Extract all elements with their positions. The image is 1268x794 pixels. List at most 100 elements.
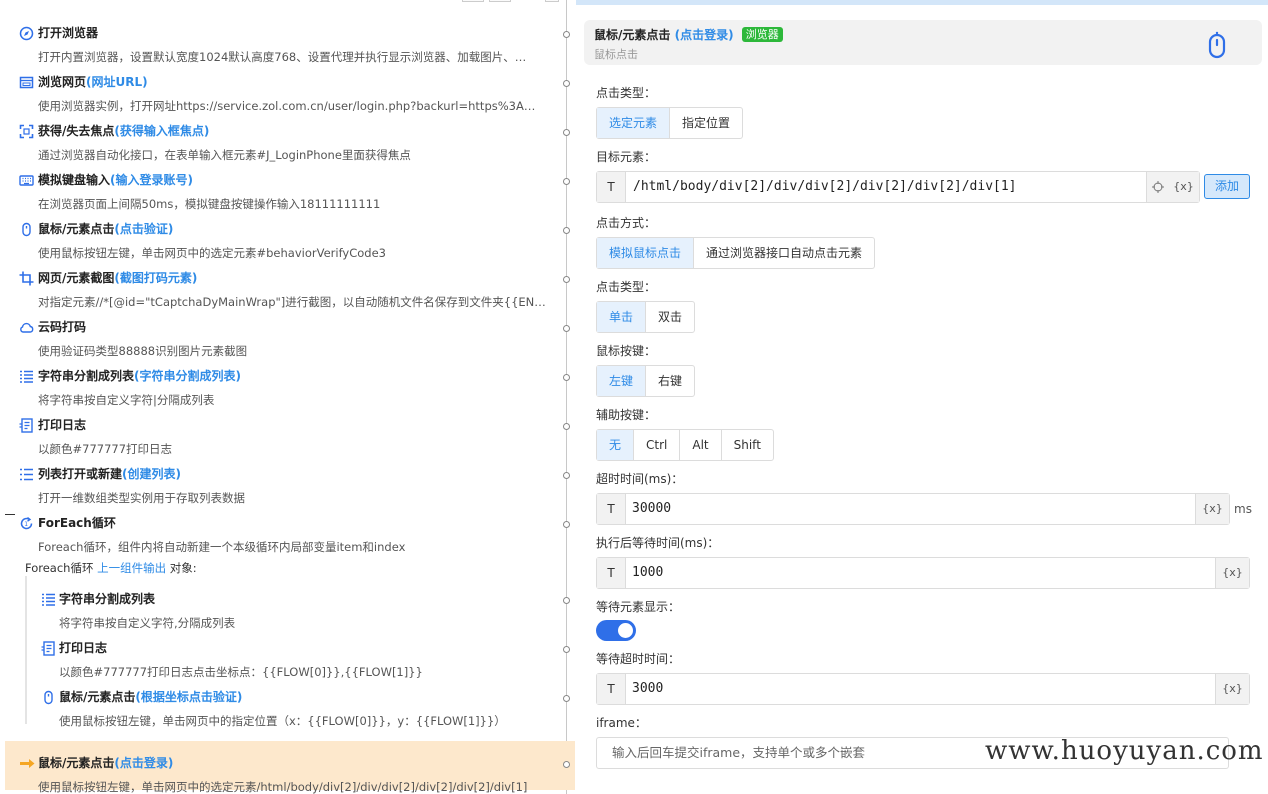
flow-step[interactable]: 网页/元素截图(截图打码元素) 对指定元素//*[@id="tCaptchaDyM… [0, 256, 575, 309]
click-kind-option[interactable]: 单击 [597, 302, 646, 332]
connector-port[interactable] [563, 472, 570, 479]
connector-port[interactable] [563, 761, 570, 768]
connector-port[interactable] [563, 695, 570, 702]
step-name: 模拟键盘输入 [38, 173, 111, 187]
iframe-label: iframe： [596, 716, 647, 730]
flow-step[interactable]: 模拟键盘输入(输入登录账号) 在浏览器页面上间隔50ms，模拟键盘按键操作输入18… [0, 158, 575, 211]
target-element-field[interactable]: T /html/body/div[2]/div/div[2]/div[2]/di… [596, 171, 1200, 203]
click-type-option[interactable]: 指定位置 [669, 108, 742, 138]
click-type-option[interactable]: 选定元素 [597, 108, 670, 138]
flow-step[interactable]: 鼠标/元素点击(根据坐标点击验证) 使用鼠标按钮左键，单击网页中的指定位置（x：{… [0, 675, 575, 728]
connector-port[interactable] [563, 374, 570, 381]
connector-port[interactable] [563, 31, 570, 38]
connector-port[interactable] [563, 597, 570, 604]
collapse-toggle[interactable] [5, 514, 15, 515]
flow-step-active[interactable]: 鼠标/元素点击(点击登录) 使用鼠标按钮左键，单击网页中的选定元素/html/bo… [5, 741, 575, 794]
component-alias: (点击登录) [674, 28, 734, 42]
flow-step[interactable]: 打印日志 以颜色#777777打印日志 [0, 403, 575, 456]
flow-step[interactable]: 字符串分割成列表 将字符串按自定义字符,分隔成列表 [0, 577, 575, 630]
connector-port[interactable] [563, 646, 570, 653]
add-element-button[interactable]: 添加 [1204, 174, 1250, 199]
flow-step[interactable]: 打开浏览器 打开内置浏览器，设置默认宽度1024默认高度768、设置代理并执行显示… [0, 11, 575, 64]
component-name: 鼠标/元素点击 [594, 28, 671, 42]
focus-frame-icon [19, 124, 34, 139]
text-type-tag[interactable]: T [597, 494, 626, 524]
text-type-tag[interactable]: T [597, 674, 626, 704]
text-type-tag[interactable]: T [597, 172, 626, 202]
toolbar-button[interactable] [545, 0, 559, 2]
click-method-option[interactable]: 通过浏览器接口自动点击元素 [693, 238, 874, 268]
component-header: 鼠标/元素点击 (点击登录) 浏览器 鼠标点击 [584, 20, 1262, 65]
mouse-icon [1207, 31, 1227, 61]
step-alias: (根据坐标点击验证) [135, 690, 243, 704]
connector-port[interactable] [563, 80, 570, 87]
step-title: 打印日志 [38, 416, 86, 433]
connector-port[interactable] [563, 423, 570, 430]
flow-step[interactable]: 列表打开或新建(创建列表) 打开一维数组类型实例用于存取列表数据 [0, 452, 575, 505]
flow-step[interactable]: 字符串分割成列表(字符串分割成列表) 将字符串按自定义字符|分隔成列表 [0, 354, 575, 407]
step-name: 鼠标/元素点击 [38, 222, 115, 236]
mouse-button-selector: 左键 右键 [596, 365, 696, 397]
modifier-option[interactable]: Alt [679, 430, 720, 460]
loop-info-suffix: 对象: [169, 561, 197, 575]
connector-port[interactable] [563, 178, 570, 185]
wait-element-toggle[interactable] [596, 620, 636, 641]
step-description: 使用鼠标按钮左键，单击网页中的选定元素/html/body/div[2]/div… [38, 780, 528, 794]
variable-button[interactable]: {x} [1215, 674, 1249, 704]
list-icon [19, 467, 34, 482]
step-alias: (网址URL) [86, 75, 148, 89]
modifier-option[interactable]: Shift [720, 430, 773, 460]
target-element-value[interactable]: /html/body/div[2]/div/div[2]/div[2]/div[… [633, 172, 1017, 202]
mouse-button-label: 鼠标按键： [596, 344, 657, 358]
flow-step[interactable]: 获得/失去焦点(获得输入框焦点) 通过浏览器自动化接口，在表单输入框元素#J_Lo… [0, 109, 575, 162]
crosshair-icon[interactable] [1146, 172, 1168, 202]
step-title: 打印日志 [59, 639, 107, 656]
flow-step[interactable]: 1 ForEach循环 Foreach循环，组件内将自动新建一个本级循环内局部变量i… [0, 501, 575, 554]
modifier-option[interactable]: 无 [597, 430, 634, 460]
step-alias: (点击登录) [114, 756, 174, 770]
toolbar-button[interactable] [462, 0, 484, 2]
connector-port[interactable] [563, 521, 570, 528]
wait-timeout-field[interactable]: T 3000 {x} [596, 673, 1250, 705]
step-name: 鼠标/元素点击 [59, 690, 136, 704]
wait-after-value[interactable]: 1000 [632, 558, 663, 588]
click-kind-option[interactable]: 双击 [645, 302, 694, 332]
modifier-option[interactable]: Ctrl [633, 430, 679, 460]
timeout-value[interactable]: 30000 [632, 494, 671, 524]
text-type-tag[interactable]: T [597, 558, 626, 588]
connector-port[interactable] [563, 129, 570, 136]
step-title: 获得/失去焦点(获得输入框焦点) [38, 122, 209, 139]
svg-text:1: 1 [24, 521, 28, 528]
click-method-selector: 模拟鼠标点击 通过浏览器接口自动点击元素 [596, 237, 876, 269]
iframe-placeholder: 输入后回车提交iframe，支持单个或多个嵌套 [612, 745, 866, 760]
category-badge: 浏览器 [741, 27, 783, 42]
toolbar-button[interactable] [489, 0, 511, 2]
variable-button[interactable]: {x} [1215, 558, 1249, 588]
crop-icon [19, 271, 34, 286]
flow-step[interactable]: 浏览网页(网址URL) 使用浏览器实例，打开网址https://service.z… [0, 60, 575, 113]
panel-top-bar [576, 0, 1268, 5]
toolbar-strip [0, 0, 575, 4]
flow-step[interactable]: 鼠标/元素点击(点击验证) 使用鼠标按钮左键，单击网页中的选定元素#behavio… [0, 207, 575, 260]
timeout-field[interactable]: T 30000 {x} [596, 493, 1230, 525]
loop-info-prefix: Foreach循环 [25, 561, 94, 575]
loop-icon: 1 [19, 516, 34, 531]
wait-timeout-value[interactable]: 3000 [632, 674, 663, 704]
connector-port[interactable] [563, 227, 570, 234]
wait-element-label: 等待元素显示： [596, 600, 681, 614]
connector-port[interactable] [563, 276, 570, 283]
variable-button[interactable]: {x} [1195, 494, 1229, 524]
variable-button[interactable]: {x} [1168, 172, 1199, 202]
mouse-button-option[interactable]: 左键 [597, 366, 646, 396]
mouse-icon [19, 222, 34, 237]
flow-step[interactable]: 云码打码 使用验证码类型88888识别图片元素截图 [0, 305, 575, 358]
step-title: 浏览网页(网址URL) [38, 73, 148, 90]
list-split-icon [41, 592, 56, 607]
wait-after-field[interactable]: T 1000 {x} [596, 557, 1250, 589]
loop-source-link[interactable]: 上一组件输出 [97, 561, 166, 575]
flow-step[interactable]: 打印日志 以颜色#777777打印日志点击坐标点：{{FLOW[0]}},{{FL… [0, 626, 575, 679]
component-title: 鼠标/元素点击 (点击登录) 浏览器 [594, 26, 783, 43]
connector-port[interactable] [563, 325, 570, 332]
click-method-option[interactable]: 模拟鼠标点击 [597, 238, 694, 268]
mouse-button-option[interactable]: 右键 [645, 366, 694, 396]
